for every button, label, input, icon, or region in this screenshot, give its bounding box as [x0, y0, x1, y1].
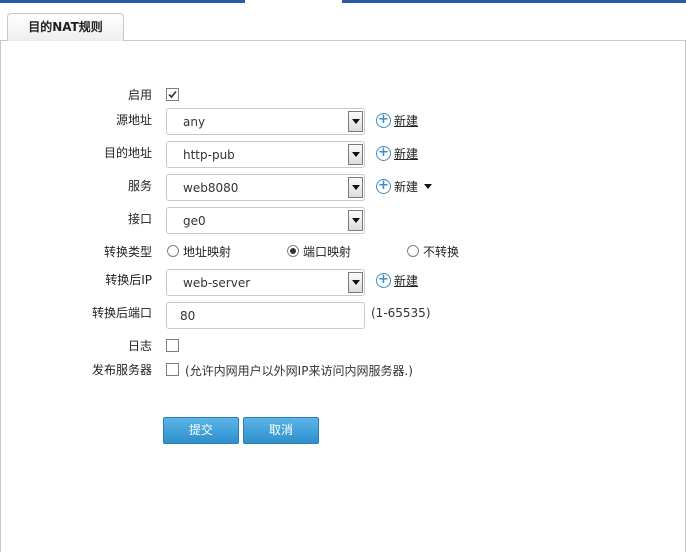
source-address-label: 源地址 — [115, 113, 152, 127]
log-label: 日志 — [127, 339, 152, 353]
radio-port-mapping[interactable] — [287, 245, 299, 257]
translated-port-hint: (1-65535) — [371, 306, 431, 320]
source-address-select[interactable]: any — [166, 108, 365, 135]
translated-ip-new-text: 新建 — [394, 273, 419, 288]
interface-label: 接口 — [127, 212, 152, 226]
service-label: 服务 — [127, 179, 152, 193]
chevron-down-icon[interactable] — [348, 144, 363, 165]
dest-address-new-link[interactable]: + 新建 — [376, 145, 418, 161]
service-new-link[interactable]: + 新建 — [376, 178, 433, 194]
publish-server-hint: (允许内网用户以外网IP来访问内网服务器.) — [185, 364, 413, 378]
service-select[interactable]: web8080 — [166, 174, 365, 201]
radio-no-translation[interactable] — [407, 245, 419, 257]
top-accent-bar-right — [342, 0, 686, 3]
plus-circle-icon: + — [376, 178, 391, 194]
dest-address-new-text: 新建 — [394, 146, 419, 161]
interface-select[interactable]: ge0 — [166, 207, 365, 234]
radio-address-mapping[interactable] — [167, 245, 179, 257]
publish-server-label: 发布服务器 — [91, 363, 152, 377]
tab-dest-nat-rule[interactable]: 目的NAT规则 — [7, 13, 124, 41]
chevron-down-icon[interactable] — [348, 177, 363, 198]
source-address-value: any — [183, 115, 206, 129]
checkmark-icon — [168, 90, 177, 99]
panel-border-left — [0, 40, 1, 552]
translate-type-label: 转换类型 — [103, 245, 152, 259]
service-value: web8080 — [183, 181, 239, 195]
enable-checkbox[interactable] — [166, 88, 179, 101]
translated-ip-value: web-server — [183, 276, 251, 290]
translated-port-label: 转换后端口 — [91, 306, 152, 320]
plus-circle-icon: + — [376, 145, 391, 161]
radio-no-translation-label: 不转换 — [423, 245, 460, 259]
translated-ip-select[interactable]: web-server — [166, 269, 365, 296]
enable-label: 启用 — [127, 88, 152, 102]
interface-value: ge0 — [183, 214, 206, 228]
chevron-down-icon[interactable] — [348, 111, 363, 132]
cancel-button[interactable]: 取消 — [243, 417, 319, 444]
plus-circle-icon: + — [376, 112, 391, 128]
source-address-new-text: 新建 — [394, 113, 419, 128]
radio-port-mapping-label: 端口映射 — [303, 245, 352, 259]
publish-server-checkbox[interactable] — [166, 363, 179, 376]
dest-address-select[interactable]: http-pub — [166, 141, 365, 168]
translated-ip-new-link[interactable]: + 新建 — [376, 272, 418, 288]
chevron-down-icon[interactable] — [348, 272, 363, 293]
log-checkbox[interactable] — [166, 339, 179, 352]
translated-ip-label: 转换后IP — [105, 273, 152, 287]
chevron-down-icon[interactable] — [348, 210, 363, 231]
top-accent-bar-left — [0, 0, 245, 3]
plus-circle-icon: + — [376, 272, 391, 288]
caret-down-icon[interactable] — [424, 183, 433, 189]
dest-address-label: 目的地址 — [103, 146, 152, 160]
translated-port-input[interactable]: 80 — [166, 302, 365, 329]
service-new-text: 新建 — [394, 179, 419, 194]
radio-address-mapping-label: 地址映射 — [183, 245, 232, 259]
dest-address-value: http-pub — [183, 148, 235, 162]
source-address-new-link[interactable]: + 新建 — [376, 112, 418, 128]
submit-button[interactable]: 提交 — [163, 417, 239, 444]
